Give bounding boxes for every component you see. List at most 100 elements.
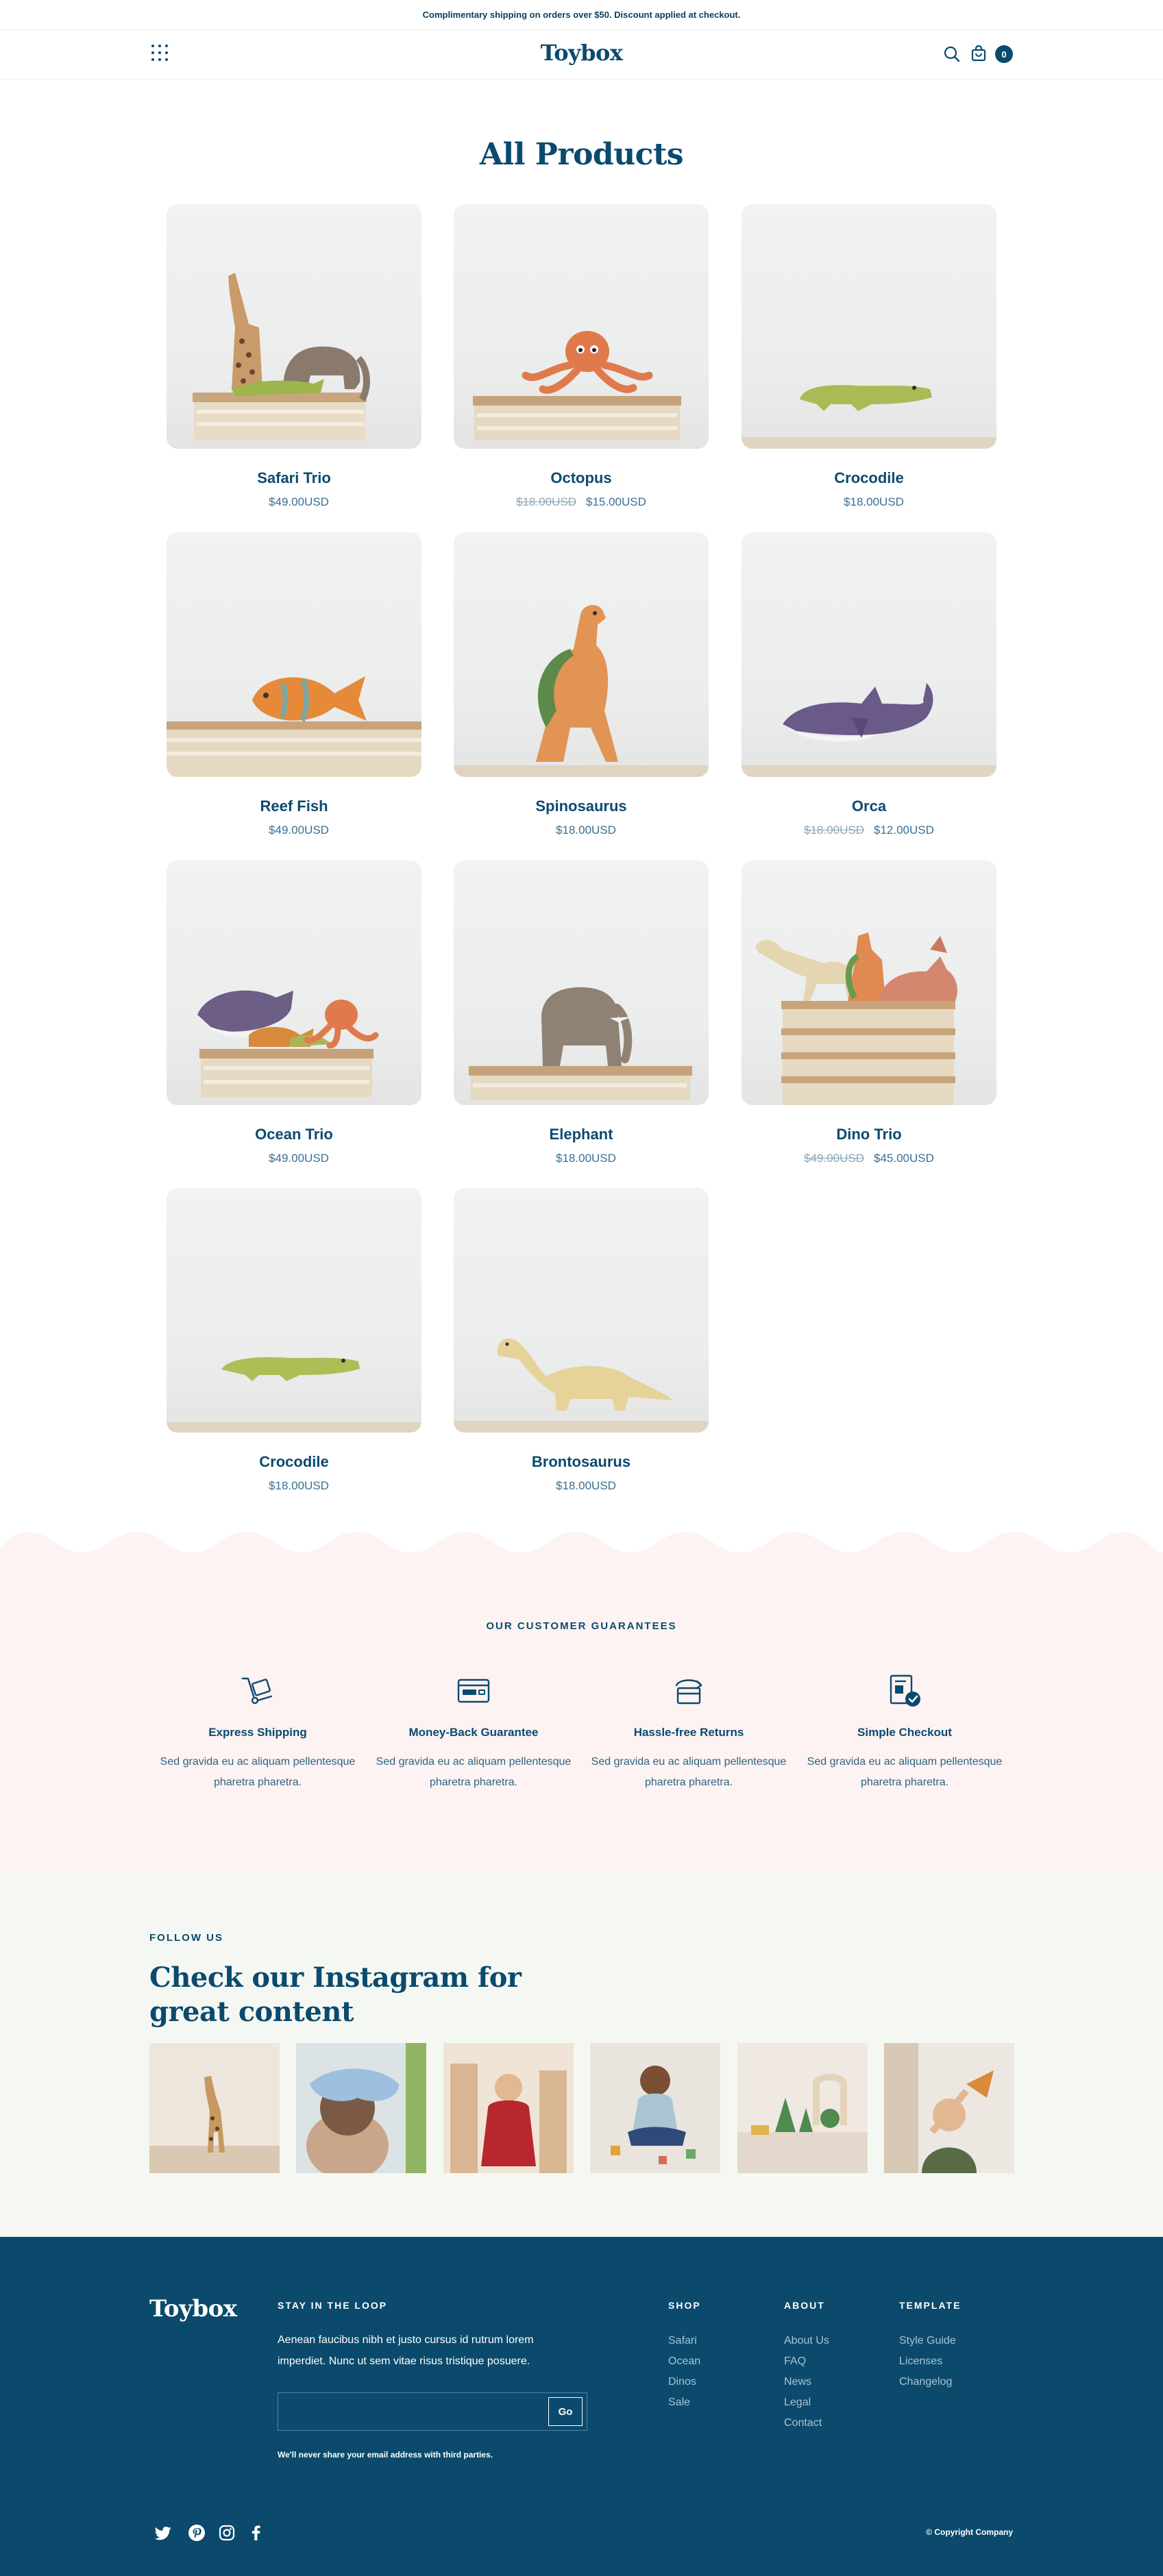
guarantee-text: Sed gravida eu ac aliquam pellentesque p… [591, 1756, 787, 1788]
follow-us-label: FOLLOW US [149, 1932, 223, 1944]
product-name[interactable]: Dino Trio [742, 1126, 996, 1143]
guarantee-text: Sed gravida eu ac aliquam pellentesque p… [376, 1756, 572, 1788]
footer-link[interactable]: About Us [784, 2331, 829, 2351]
announcement-bar: Complimentary shipping on orders over $5… [0, 0, 1163, 30]
product-card[interactable]: Crocodile $18.00USD [742, 204, 996, 509]
product-card[interactable]: Ocean Trio $49.00USD [167, 860, 421, 1165]
footer-column-shop: Safari Ocean Dinos Sale [668, 2331, 700, 2413]
product-price: $49.00USD $45.00USD [804, 1152, 934, 1165]
instagram-photo[interactable] [590, 2043, 720, 2173]
search-icon[interactable] [943, 45, 961, 63]
footer-link[interactable]: Sale [668, 2392, 700, 2413]
guarantee-text: Sed gravida eu ac aliquam pellentesque p… [160, 1756, 356, 1788]
product-name[interactable]: Elephant [454, 1126, 709, 1143]
instagram-icon[interactable] [218, 2524, 236, 2542]
footer-column-heading: TEMPLATE [899, 2300, 962, 2311]
product-name[interactable]: Ocean Trio [167, 1126, 421, 1143]
product-name[interactable]: Brontosaurus [454, 1453, 709, 1471]
footer-link[interactable]: Licenses [899, 2351, 956, 2372]
footer-link[interactable]: Safari [668, 2331, 700, 2351]
product-image[interactable] [742, 860, 996, 1105]
old-price: $49.00USD [804, 1152, 864, 1165]
product-card[interactable]: Elephant $18.00USD [454, 860, 709, 1165]
product-name[interactable]: Crocodile [167, 1453, 421, 1471]
product-price: $18.00USD $15.00USD [516, 495, 646, 508]
copyright-text: © Copyright Company [926, 2527, 1013, 2537]
product-card[interactable]: Orca $18.00USD $12.00USD [742, 532, 996, 837]
product-card[interactable]: Crocodile $18.00USD [167, 1188, 421, 1493]
instagram-heading: Check our Instagram for great content [149, 1961, 522, 2028]
page-title: All Products [479, 137, 684, 172]
product-card[interactable]: Brontosaurus $18.00USD [454, 1188, 709, 1493]
guarantee-item: Hassle-free Returns Sed gravida eu ac al… [589, 1672, 788, 1793]
site-logo[interactable]: Toybox [0, 40, 1163, 66]
guarantee-text: Sed gravida eu ac aliquam pellentesque p… [807, 1756, 1003, 1788]
footer-link[interactable]: News [784, 2372, 829, 2392]
go-button[interactable]: Go [548, 2397, 583, 2426]
instagram-photo[interactable] [149, 2043, 280, 2173]
footer-link[interactable]: Legal [784, 2392, 829, 2413]
product-name[interactable]: Spinosaurus [454, 797, 709, 815]
product-price: $18.00USD [556, 1152, 616, 1165]
product-name[interactable]: Safari Trio [167, 469, 421, 487]
newsletter-text: Aenean faucibus nibh et justo cursus id … [278, 2334, 534, 2367]
newsletter-form: Go [278, 2392, 587, 2431]
guarantee-item: Simple Checkout Sed gravida eu ac aliqua… [805, 1672, 1004, 1793]
footer-column-about: About Us FAQ News Legal Contact [784, 2331, 829, 2433]
footer-link[interactable]: FAQ [784, 2351, 829, 2372]
product-name[interactable]: Octopus [454, 469, 709, 487]
product-image[interactable] [454, 1188, 709, 1433]
product-image[interactable] [454, 860, 709, 1105]
old-price: $18.00USD [516, 495, 576, 508]
product-card[interactable]: Octopus $18.00USD $15.00USD [454, 204, 709, 509]
product-image[interactable] [742, 532, 996, 777]
facebook-icon[interactable] [247, 2524, 265, 2542]
footer-link[interactable]: Dinos [668, 2372, 700, 2392]
cart-icon[interactable] [969, 44, 988, 63]
guarantee-title: Money-Back Guarantee [408, 1726, 539, 1739]
instagram-photo[interactable] [296, 2043, 426, 2173]
product-name[interactable]: Orca [742, 797, 996, 815]
pinterest-icon[interactable] [188, 2524, 206, 2542]
guarantees-heading: OUR CUSTOMER GUARANTEES [486, 1620, 677, 1632]
product-image[interactable] [454, 532, 709, 777]
footer-column-template: Style Guide Licenses Changelog [899, 2331, 956, 2392]
old-price: $18.00USD [804, 823, 864, 837]
cart-count-badge[interactable]: 0 [995, 45, 1013, 63]
instagram-photo[interactable] [443, 2043, 574, 2173]
product-price: $18.00USD [269, 1479, 329, 1492]
instagram-photo[interactable] [737, 2043, 868, 2173]
product-name[interactable]: Crocodile [742, 469, 996, 487]
product-card[interactable]: Reef Fish $49.00USD [167, 532, 421, 837]
product-card[interactable]: Safari Trio $49.00USD [167, 204, 421, 509]
footer-link[interactable]: Ocean [668, 2351, 700, 2372]
twitter-icon[interactable] [155, 2524, 173, 2542]
wave-divider [0, 1518, 1163, 1559]
product-image[interactable] [167, 860, 421, 1105]
card-icon [457, 1679, 490, 1703]
product-card[interactable]: Spinosaurus $18.00USD [454, 532, 709, 837]
product-image[interactable] [167, 532, 421, 777]
email-field[interactable] [278, 2393, 546, 2430]
shipping-icon [241, 1677, 273, 1705]
product-image[interactable] [167, 1188, 421, 1433]
guarantee-title: Express Shipping [208, 1726, 307, 1739]
product-image[interactable] [167, 204, 421, 449]
site-header: Toybox 0 [0, 30, 1163, 79]
product-price: $49.00USD [269, 823, 329, 837]
product-name[interactable]: Reef Fish [167, 797, 421, 815]
product-card[interactable]: Dino Trio $49.00USD $45.00USD [742, 860, 996, 1165]
product-image[interactable] [454, 204, 709, 449]
product-image[interactable] [742, 204, 996, 449]
footer-column-heading: SHOP [668, 2300, 701, 2311]
footer-link[interactable]: Changelog [899, 2372, 956, 2392]
privacy-note: We'll never share your email address wit… [278, 2450, 493, 2460]
product-price: $18.00USD $12.00USD [804, 823, 934, 837]
footer-logo[interactable]: Toybox [149, 2295, 237, 2323]
instagram-photo[interactable] [884, 2043, 1014, 2173]
product-price: $49.00USD [269, 495, 329, 508]
newsletter-heading: STAY IN THE LOOP [278, 2300, 388, 2311]
footer-link[interactable]: Contact [784, 2413, 829, 2433]
announcement-text: Complimentary shipping on orders over $5… [422, 10, 741, 20]
footer-link[interactable]: Style Guide [899, 2331, 956, 2351]
